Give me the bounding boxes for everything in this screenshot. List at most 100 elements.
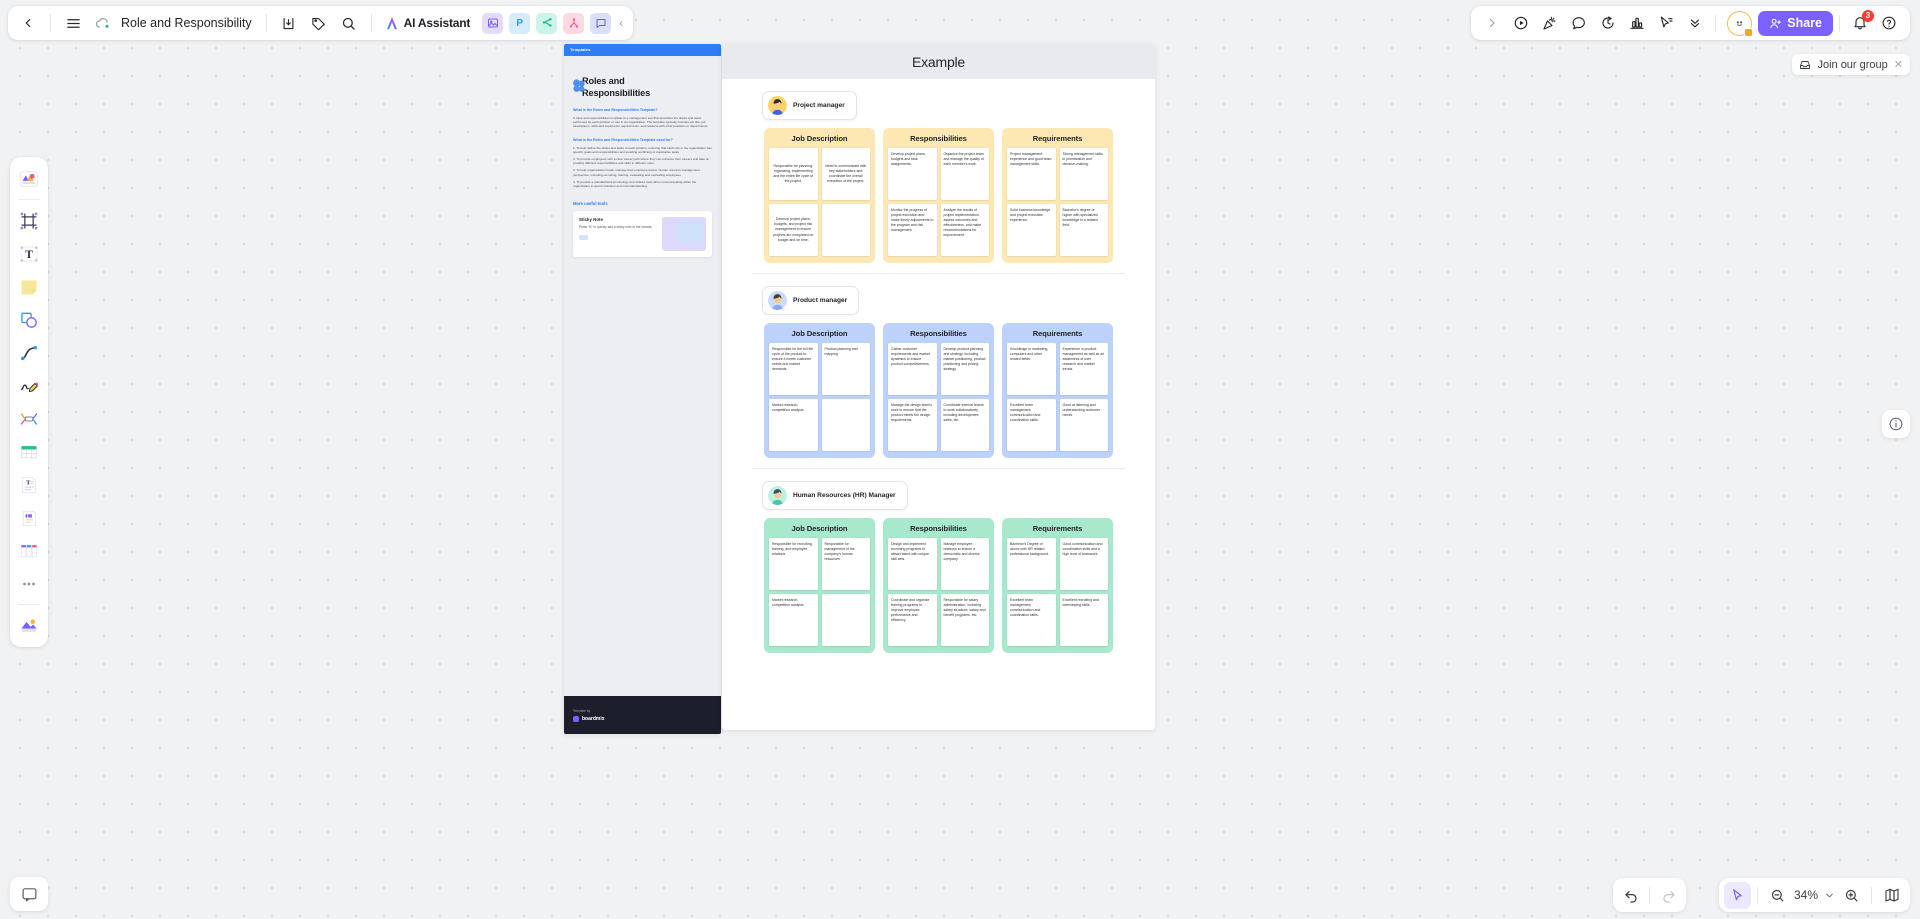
zoom-in-button[interactable] (1838, 882, 1865, 909)
column-job-description[interactable]: Job Description Responsible for the full … (764, 323, 875, 458)
share-button[interactable]: Share (1758, 10, 1833, 36)
sticky-note[interactable]: Experience in product management as well… (1059, 343, 1108, 395)
templates-tool[interactable] (14, 163, 44, 194)
comment-bubble-button[interactable] (1565, 9, 1593, 37)
more-options-button[interactable] (1681, 9, 1709, 37)
expand-chevron-right-icon[interactable] (1478, 9, 1506, 37)
tool-promo-button[interactable] (579, 234, 588, 240)
sticky-note[interactable]: Market research, competition analysis (769, 594, 818, 646)
back-arrow-icon[interactable] (14, 9, 42, 37)
sticky-note[interactable]: Bachelor's degree or higher with special… (1059, 204, 1108, 256)
sticky-note[interactable]: Market research, competition analysis (769, 399, 818, 451)
sticky-note-empty[interactable] (821, 399, 870, 451)
board-info-button[interactable] (1882, 410, 1910, 438)
minimap-button[interactable] (1878, 882, 1905, 909)
cursor-follow-button[interactable] (1652, 9, 1680, 37)
card-tool[interactable] (14, 502, 44, 533)
presentation-app-icon[interactable]: P (509, 12, 531, 34)
sticky-note-tool[interactable] (14, 271, 44, 302)
connector-tool[interactable] (14, 337, 44, 368)
sticky-note[interactable]: Responsible for salary administration, i… (940, 594, 989, 646)
sticky-note[interactable]: Excellent team management, communication… (1007, 594, 1056, 646)
redo-button[interactable] (1655, 882, 1682, 909)
kanban-tool[interactable] (14, 535, 44, 566)
notifications-button[interactable]: 3 (1846, 9, 1874, 37)
sticky-note[interactable]: Responsible for planning, organizing, im… (769, 148, 818, 200)
sticky-note[interactable]: Design and implement recruiting programs… (888, 538, 937, 590)
sticky-note[interactable]: Product planning and mapping (821, 343, 870, 395)
document-title[interactable]: Role and Responsibility (119, 16, 258, 30)
tool-promo-card[interactable]: Sticky Note Press "N" to quickly add a s… (573, 211, 712, 258)
sticky-note[interactable]: Analyze the results of project implement… (940, 204, 989, 256)
vote-chart-button[interactable] (1623, 9, 1651, 37)
column-responsibilities[interactable]: Responsibilities Develop project plans, b… (883, 128, 994, 263)
pen-tool[interactable] (14, 370, 44, 401)
present-play-button[interactable] (1507, 9, 1535, 37)
board-title-bar[interactable]: Example (722, 44, 1155, 79)
hamburger-menu-icon[interactable] (59, 9, 87, 37)
undo-button[interactable] (1617, 882, 1644, 909)
sticky-note[interactable]: Organize the project team and manage the… (940, 148, 989, 200)
zoom-dropdown-button[interactable] (1821, 882, 1837, 909)
ai-assistant-button[interactable]: AI Assistant (380, 10, 479, 36)
sticky-note[interactable]: Good at listening and understanding cust… (1059, 399, 1108, 451)
sticky-note[interactable]: Solid business knowledge and project exe… (1007, 204, 1056, 256)
sticky-note[interactable]: Manage employee relations to ensure a de… (940, 538, 989, 590)
comment-app-icon[interactable] (590, 12, 612, 34)
column-job-description[interactable]: Job Description Responsible for recruitin… (764, 518, 875, 653)
sticky-note[interactable]: Develop product planning and strategy, i… (940, 343, 989, 395)
help-button[interactable] (1875, 9, 1903, 37)
shapes-tool[interactable] (14, 304, 44, 335)
role-chip[interactable]: Project manager (762, 91, 857, 120)
close-icon[interactable]: ✕ (1894, 58, 1903, 71)
column-responsibilities[interactable]: Responsibilities Gather customer requirem… (883, 323, 994, 458)
sticky-note-empty[interactable] (821, 594, 870, 646)
sticky-note[interactable]: Develop project plans, budgets and task … (888, 148, 937, 200)
column-requirements[interactable]: Requirements Bachelor's Degree or above w… (1002, 518, 1113, 653)
sticky-note[interactable]: Excellent team management, communication… (1007, 399, 1056, 451)
zoom-level-value[interactable]: 34% (1792, 888, 1820, 902)
search-icon[interactable] (335, 9, 363, 37)
timer-button[interactable] (1594, 9, 1622, 37)
download-icon[interactable] (275, 9, 303, 37)
sticky-note[interactable]: Responsible for the full life cycle of t… (769, 343, 818, 395)
sticky-note[interactable]: Coordinate internal teams to work collab… (940, 399, 989, 451)
collapse-apps-chevron-icon[interactable]: ‹ (615, 16, 627, 30)
more-tools-button[interactable] (14, 568, 44, 599)
sticky-note[interactable]: Good communication and coordination skil… (1059, 538, 1108, 590)
sticky-note[interactable]: Responsible for management of the compan… (821, 538, 870, 590)
mindmap-tool[interactable] (14, 403, 44, 434)
sticky-note[interactable]: Coordinate and organize training program… (888, 594, 937, 646)
sticky-note[interactable]: Bachelor's Degree or above with HR relat… (1007, 538, 1056, 590)
join-group-banner[interactable]: Join our group ✕ (1792, 54, 1910, 75)
tag-icon[interactable] (305, 9, 333, 37)
text-tool[interactable]: T (14, 238, 44, 269)
example-board-frame[interactable]: Example Project manager Job Description Re… (722, 44, 1155, 730)
sticky-note[interactable]: Develop project plans, budgets, and proj… (769, 204, 818, 256)
upload-media-tool[interactable] (14, 610, 44, 641)
sticky-note[interactable]: Strong management skills in prioritizati… (1059, 148, 1108, 200)
template-document-card[interactable]: Templates Roles and Responsibilities Wha… (564, 44, 721, 734)
table-tool[interactable] (14, 436, 44, 467)
flowchart-app-icon[interactable] (563, 12, 585, 34)
sticky-note[interactable]: Monitor the progress of project executio… (888, 204, 937, 256)
image-app-icon[interactable] (482, 12, 504, 34)
sticky-note[interactable]: Need to communicate with key stakeholder… (821, 148, 870, 200)
document-tool[interactable]: T (14, 469, 44, 500)
sticky-note[interactable]: Manage the design team's work to ensure … (888, 399, 937, 451)
column-responsibilities[interactable]: Responsibilities Design and implement rec… (883, 518, 994, 653)
column-requirements[interactable]: Requirements Project management experienc… (1002, 128, 1113, 263)
sticky-note[interactable]: Responsible for recruiting, training, an… (769, 538, 818, 590)
comment-panel-toggle[interactable] (10, 877, 48, 911)
frame-tool[interactable] (14, 205, 44, 236)
sticky-note[interactable]: Knowledge in marketing, computers and ot… (1007, 343, 1056, 395)
user-avatar[interactable] (1727, 10, 1754, 37)
select-tool-button[interactable] (1723, 881, 1751, 909)
column-job-description[interactable]: Job Description Responsible for planning,… (764, 128, 875, 263)
sticky-note[interactable]: Excellent recruiting and interviewing sk… (1059, 594, 1108, 646)
role-chip[interactable]: Human Resources (HR) Manager (762, 481, 908, 510)
role-chip[interactable]: Product manager (762, 286, 860, 315)
mindmap-app-icon[interactable] (536, 12, 558, 34)
more-useful-tools-link[interactable]: More useful tools (573, 201, 712, 206)
sticky-note[interactable]: Gather customer requirements and market … (888, 343, 937, 395)
